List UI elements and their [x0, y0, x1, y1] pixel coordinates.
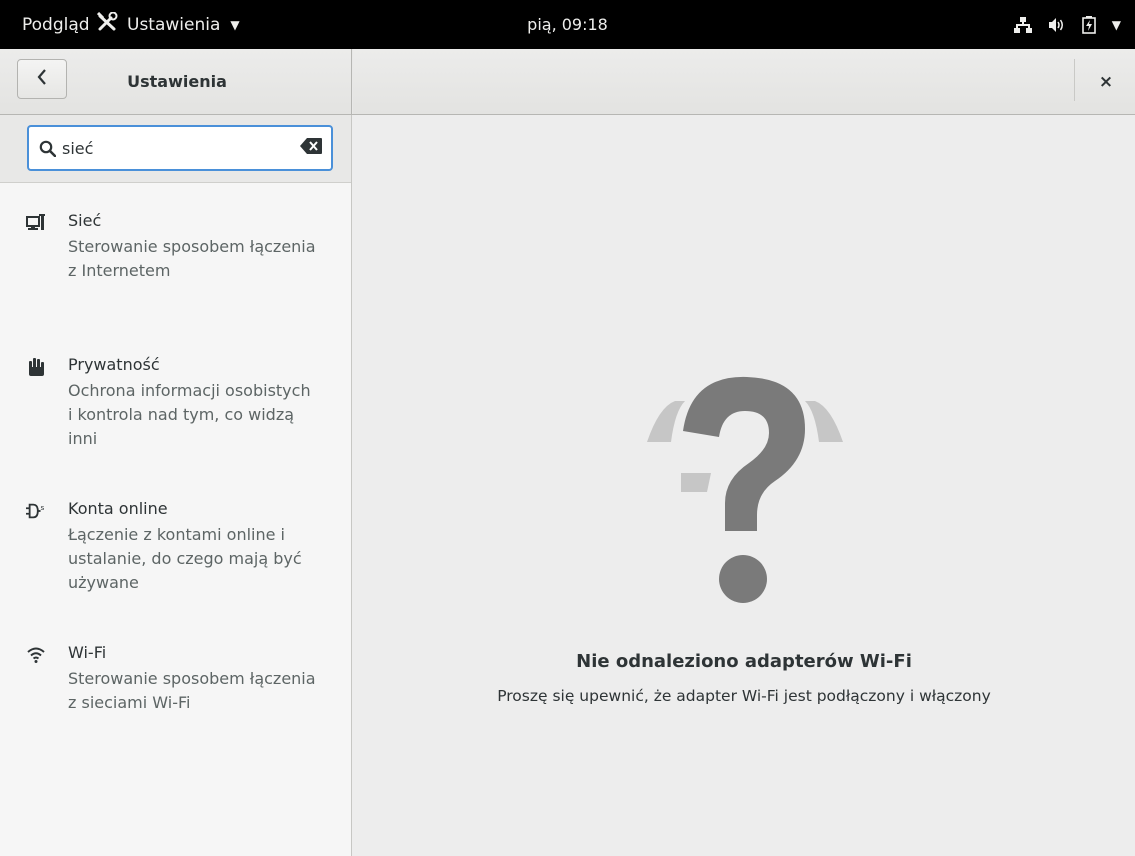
- search-bar: [0, 115, 351, 183]
- search-field[interactable]: [27, 125, 333, 171]
- empty-state-subtitle: Proszę się upewnić, że adapter Wi-Fi jes…: [497, 687, 991, 705]
- search-icon: [39, 140, 56, 157]
- result-title: Sieć: [68, 211, 102, 230]
- result-description: Łączenie z kontami online i ustalanie, d…: [68, 525, 302, 592]
- result-title: Prywatność: [68, 355, 160, 374]
- empty-state-title: Nie odnaleziono adapterów Wi-Fi: [576, 651, 912, 672]
- system-menu-arrow-icon: ▼: [1111, 17, 1121, 32]
- clock[interactable]: pią, 09:18: [0, 0, 1135, 49]
- network-wired-icon: [1013, 16, 1032, 33]
- main-panel: Nie odnaleziono adapterów Wi-Fi Proszę s…: [353, 115, 1135, 856]
- volume-icon: [1048, 17, 1066, 32]
- battery-charging-icon: [1081, 15, 1096, 34]
- svg-text:s: s: [41, 503, 45, 512]
- header-separator: [1074, 59, 1075, 101]
- result-description: Sterowanie sposobem łączenia z sieciami …: [68, 669, 316, 712]
- result-description: Ochrona informacji osobistych i kontrola…: [68, 381, 311, 448]
- result-title: Wi-Fi: [68, 643, 107, 662]
- result-network[interactable]: Sieć Sterowanie sposobem łączenia z Inte…: [0, 183, 351, 327]
- clear-text-icon[interactable]: [300, 138, 322, 154]
- sidebar: Sieć Sterowanie sposobem łączenia z Inte…: [0, 115, 352, 856]
- back-button[interactable]: [17, 59, 67, 99]
- question-mark-icon: [629, 375, 861, 611]
- close-button[interactable]: ×: [1077, 49, 1135, 114]
- wifi-icon: [26, 645, 46, 665]
- result-wifi[interactable]: Wi-Fi Sterowanie sposobem łączenia z sie…: [0, 615, 351, 759]
- status-area[interactable]: ▼: [1013, 0, 1121, 49]
- window-title: Ustawienia: [127, 72, 227, 91]
- chevron-left-icon: [37, 69, 47, 89]
- network-icon: [26, 213, 46, 233]
- online-accounts-icon: s: [26, 501, 46, 521]
- top-bar: Podgląd Ustawienia ▼ pią, 09:18 ▼: [0, 0, 1135, 49]
- search-results-list: Sieć Sterowanie sposobem łączenia z Inte…: [0, 183, 351, 759]
- privacy-hand-icon: [26, 357, 46, 377]
- close-icon: ×: [1098, 71, 1114, 92]
- clock-label: pią, 09:18: [527, 15, 608, 34]
- result-description: Sterowanie sposobem łączenia z Internete…: [68, 237, 316, 280]
- result-online-accounts[interactable]: s Konta online Łączenie z kontami online…: [0, 471, 351, 615]
- result-title: Konta online: [68, 499, 168, 518]
- result-privacy[interactable]: Prywatność Ochrona informacji osobistych…: [0, 327, 351, 471]
- content-header: ×: [353, 49, 1135, 114]
- search-input[interactable]: [62, 138, 262, 158]
- sidebar-header: Ustawienia: [0, 49, 352, 114]
- header-bar: Ustawienia ×: [0, 49, 1135, 115]
